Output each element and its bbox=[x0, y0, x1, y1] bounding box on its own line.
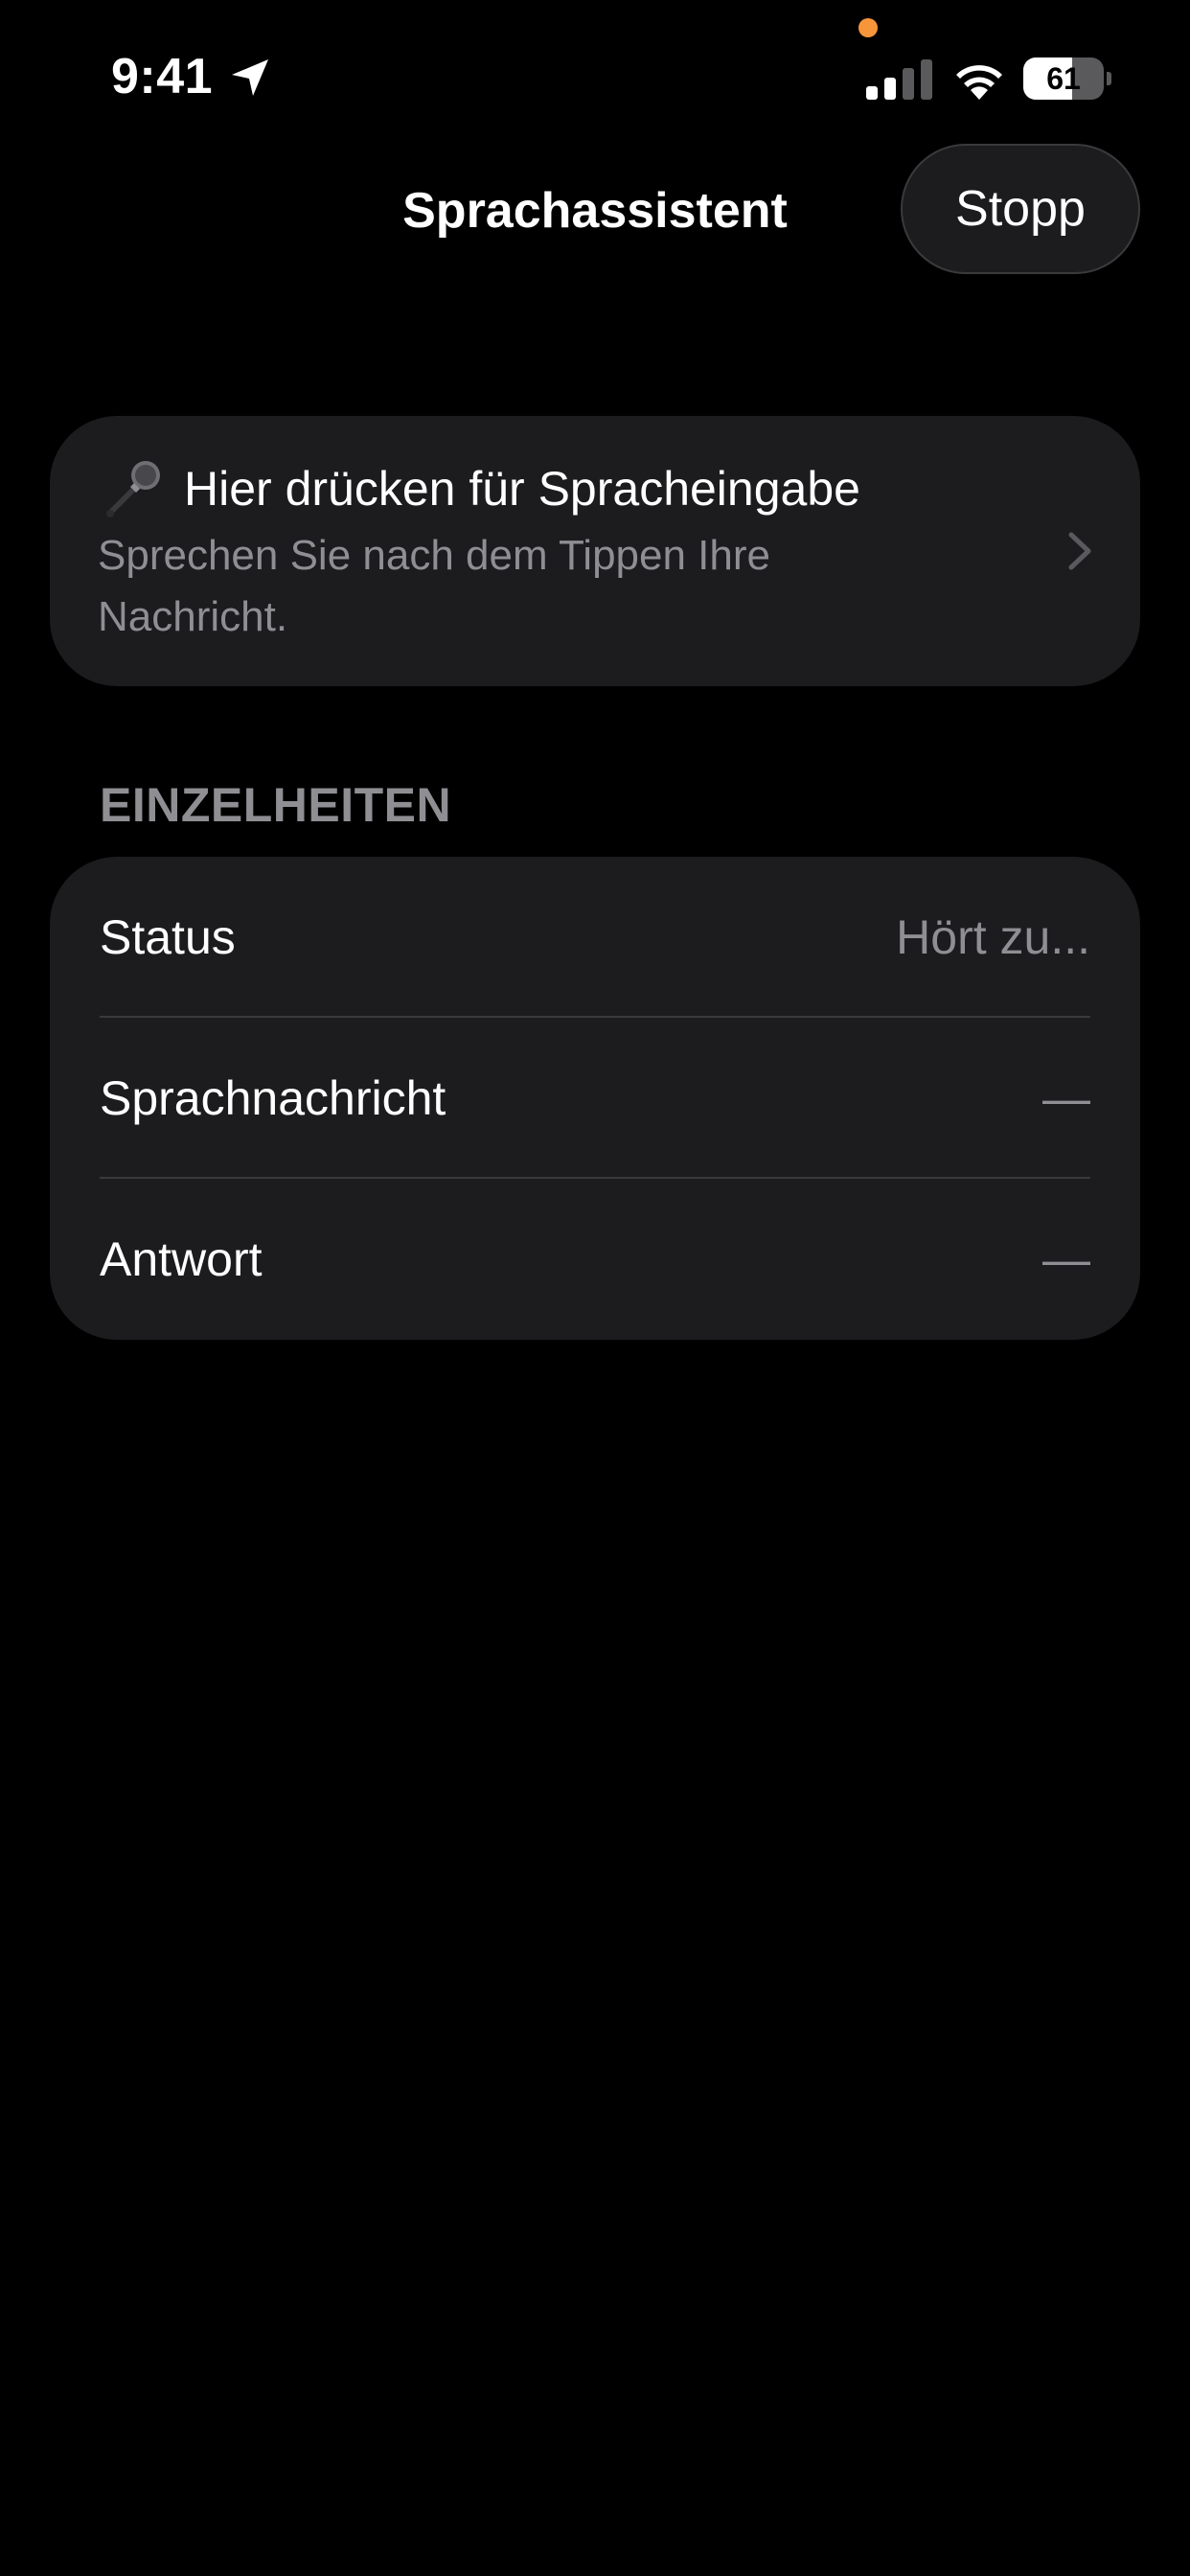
detail-value: — bbox=[1042, 1232, 1090, 1286]
detail-value: — bbox=[1042, 1071, 1090, 1125]
voice-input-card[interactable]: Hier drücken für Spracheingabe Sprechen … bbox=[50, 416, 1140, 686]
stop-button[interactable]: Stopp bbox=[901, 144, 1140, 274]
voice-assistant-screen: 9:41 61 Sprachassistent Stopp Hier drück… bbox=[0, 0, 1190, 2576]
detail-label: Sprachnachricht bbox=[100, 1071, 446, 1125]
wifi-icon bbox=[956, 65, 1002, 100]
privacy-indicator-dot bbox=[858, 18, 878, 37]
chevron-right-icon bbox=[1068, 532, 1091, 570]
battery-level: 61 bbox=[1046, 61, 1081, 96]
location-arrow-icon bbox=[232, 59, 268, 96]
battery-cap bbox=[1107, 72, 1111, 85]
status-bar: 9:41 61 bbox=[0, 0, 1190, 144]
microphone-icon bbox=[106, 461, 160, 518]
details-card: Status Hört zu... Sprachnachricht — Antw… bbox=[50, 857, 1140, 1340]
battery-icon: 61 bbox=[1023, 58, 1111, 100]
detail-row-answer: Antwort — bbox=[100, 1179, 1090, 1340]
status-time: 9:41 bbox=[111, 49, 214, 104]
detail-row-status: Status Hört zu... bbox=[100, 857, 1090, 1018]
signal-icon bbox=[866, 59, 932, 100]
voice-input-title: Hier drücken für Spracheingabe bbox=[184, 462, 860, 516]
detail-label: Status bbox=[100, 910, 236, 964]
section-header-details: EINZELHEITEN bbox=[100, 778, 452, 832]
voice-input-subtitle: Sprechen Sie nach dem Tippen Ihre Nachri… bbox=[98, 532, 771, 640]
detail-row-voice-message: Sprachnachricht — bbox=[100, 1018, 1090, 1179]
detail-value: Hört zu... bbox=[896, 910, 1090, 964]
voice-input-title-row: Hier drücken für Spracheingabe bbox=[98, 458, 860, 519]
detail-label: Antwort bbox=[100, 1232, 263, 1286]
